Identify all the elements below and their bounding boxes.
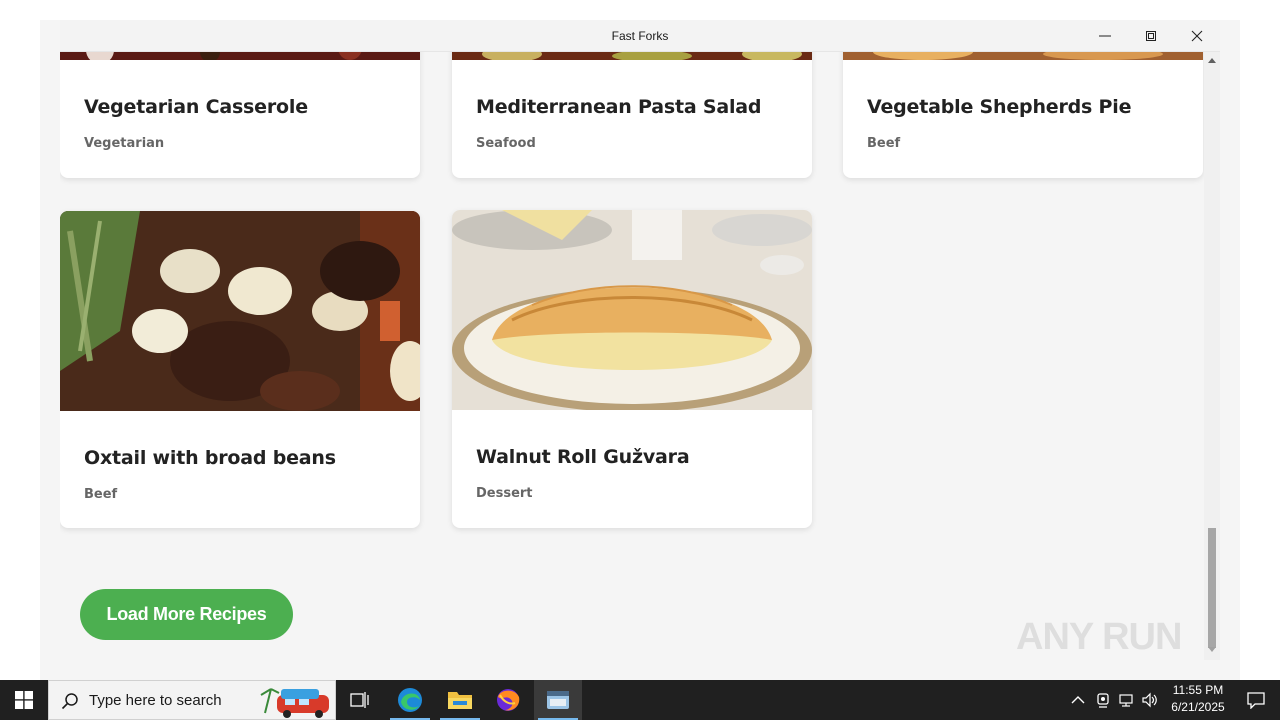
recipe-title: Vegetarian Casserole [84,96,308,118]
taskbar-file-explorer[interactable] [436,680,484,720]
scrollbar-thumb[interactable] [1208,528,1216,648]
wifi-icon [1119,694,1133,707]
recipe-title: Mediterranean Pasta Salad [476,96,762,118]
scroll-up-arrow-icon[interactable] [1207,56,1217,64]
recipe-card[interactable]: Oxtail with broad beans Beef [60,211,420,528]
tray-volume[interactable] [1140,690,1160,710]
recipe-image [60,52,420,60]
watermark-text: ANY RUN [1016,616,1182,658]
search-icon [61,693,78,710]
app-icon [547,691,569,709]
recipe-category: Seafood [476,136,536,151]
clock-time: 11:55 PM [1172,683,1224,697]
close-button[interactable] [1174,20,1220,52]
windows-start-icon [15,691,33,709]
minimize-button[interactable] [1082,20,1128,52]
start-button[interactable] [0,680,48,720]
recipe-image [452,52,812,60]
search-highlight-icon [257,683,335,719]
recipe-image [452,210,812,410]
recipe-category: Beef [867,136,901,151]
edge-icon [398,688,422,712]
recipe-card[interactable]: Vegetable Shepherds Pie Beef [843,52,1203,178]
recipe-title: Oxtail with broad beans [84,447,336,469]
load-more-button[interactable]: Load More Recipes [80,589,293,640]
search-placeholder: Type here to search [89,692,222,709]
title-bar[interactable]: Fast Forks [60,20,1220,52]
network-icon [1097,693,1109,708]
tray-network[interactable] [1116,690,1136,710]
firefox-icon [497,689,520,711]
notification-icon [1247,692,1265,709]
recipe-title: Vegetable Shepherds Pie [867,96,1132,118]
recipe-card[interactable]: Mediterranean Pasta Salad Seafood [452,52,812,178]
window-frame-top [40,0,1240,20]
taskbar-firefox[interactable] [484,680,532,720]
taskbar-app[interactable] [534,680,582,720]
clock-date: 6/21/2025 [1171,700,1225,714]
task-view-button[interactable] [336,680,384,720]
recipe-image [843,52,1203,60]
recipe-image [60,211,420,411]
window-title: Fast Forks [611,29,669,43]
scroll-down-arrow-icon[interactable] [1207,646,1217,654]
vertical-scrollbar[interactable] [1204,52,1220,660]
show-hidden-icons-button[interactable] [1068,690,1088,710]
action-center-button[interactable] [1236,680,1276,720]
chevron-up-icon [1071,696,1085,704]
recipe-card[interactable]: Vegetarian Casserole Vegetarian [60,52,420,178]
app-window: Fast Forks Vegetarian Casserole Vegetari… [40,0,1240,680]
recipe-category: Beef [84,487,118,502]
recipe-grid: Vegetarian Casserole Vegetarian Mediterr… [60,52,1220,660]
watermark-logo: ANY RUN [1016,610,1216,660]
volume-icon [1142,692,1157,708]
recipe-title: Walnut Roll Gužvara [476,446,690,468]
tray-meet-now[interactable] [1093,690,1113,710]
maximize-icon [1146,31,1156,41]
maximize-button[interactable] [1128,20,1174,52]
minimize-icon [1099,35,1111,37]
taskbar-search-box[interactable]: Type here to search [48,680,336,720]
taskbar-clock[interactable]: 11:55 PM 6/21/2025 [1162,682,1234,718]
recipe-category: Dessert [476,486,533,501]
file-explorer-icon [448,692,472,709]
taskbar-edge[interactable] [386,680,434,720]
task-view-icon [350,692,369,708]
taskbar: Type here to search 11:55 PM 6/21/2025 [0,680,1280,720]
recipe-card[interactable]: Walnut Roll Gužvara Dessert [452,210,812,528]
recipe-category: Vegetarian [84,136,165,151]
close-icon [1191,30,1203,42]
